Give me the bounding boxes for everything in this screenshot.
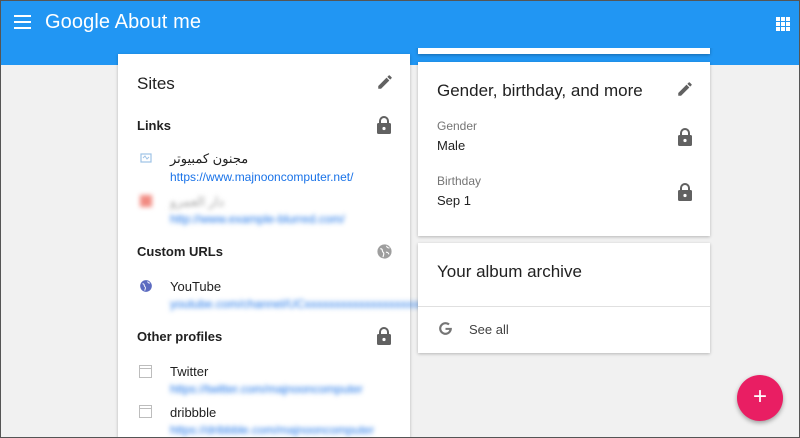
link-url[interactable]: https://www.majnooncomputer.net/ [170, 170, 353, 184]
custom-url-link[interactable]: youtube.com/channel/UCxxxxxxxxxxxxxxxxxx… [170, 297, 437, 311]
profile-favicon-icon [139, 365, 152, 378]
app-bar: Google About me [0, 0, 800, 48]
profile-name: dribbble [170, 405, 217, 420]
app-title: Google About me [45, 11, 202, 33]
add-fab-button[interactable]: + [737, 375, 783, 421]
links-heading: Links [137, 118, 171, 133]
profile-favicon-icon [139, 405, 152, 418]
birthday-value: Sep 1 [437, 193, 471, 208]
gender-birthday-card: Gender, birthday, and more Gender Male B… [418, 62, 710, 236]
google-g-icon [439, 322, 453, 335]
other-profiles-heading: Other profiles [137, 329, 223, 344]
plus-icon: + [752, 383, 767, 410]
custom-url-name: YouTube [170, 279, 222, 294]
globe-icon[interactable] [376, 243, 393, 260]
profile-url[interactable]: https://twitter.com/majnooncomputer [170, 382, 363, 396]
album-archive-card: Your album archive See all [418, 243, 710, 353]
youtube-globe-icon [140, 280, 152, 292]
album-card-title: Your album archive [437, 262, 582, 281]
profile-url[interactable]: https://dribbble.com/majnooncomputer [170, 423, 374, 437]
site-favicon-icon [140, 195, 152, 207]
gender-label: Gender [437, 119, 478, 133]
lock-icon[interactable] [376, 116, 392, 134]
divider [418, 306, 710, 307]
gender-value: Male [437, 138, 466, 153]
link-url[interactable]: http://www.example-blurred.com/ [170, 212, 345, 226]
edit-icon[interactable] [676, 80, 694, 98]
gender-card-title: Gender, birthday, and more [437, 81, 643, 100]
sites-title: Sites [137, 74, 175, 93]
menu-icon[interactable] [14, 15, 31, 29]
sites-card: Sites Links مجنون كمبيوتر https://www.ma… [118, 54, 437, 438]
link-name: دار العمرو [170, 194, 225, 209]
lock-icon[interactable] [376, 327, 392, 345]
site-favicon-icon [140, 153, 152, 163]
edit-icon[interactable] [376, 73, 394, 91]
profile-name: Twitter [170, 364, 209, 379]
apps-grid-icon[interactable] [776, 17, 790, 31]
birthday-label: Birthday [437, 174, 482, 188]
lock-icon[interactable] [677, 183, 693, 201]
lock-icon[interactable] [677, 128, 693, 146]
link-name: مجنون كمبيوتر [170, 151, 249, 166]
custom-urls-heading: Custom URLs [137, 244, 223, 259]
see-all-link[interactable]: See all [469, 322, 509, 337]
